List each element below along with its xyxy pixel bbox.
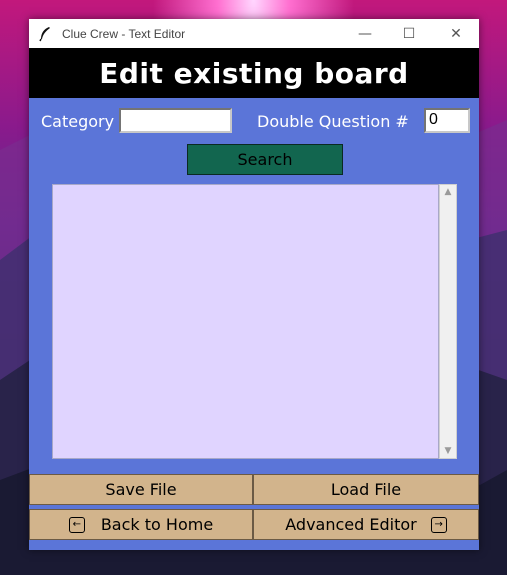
double-question-input[interactable]: 0 [424,108,470,133]
board-text-area[interactable] [52,184,439,459]
maximize-button[interactable]: ☐ [386,19,432,48]
save-file-button[interactable]: Save File [29,474,253,505]
back-to-home-label: Back to Home [100,515,214,534]
advanced-editor-label: Advanced Editor [285,515,417,534]
minimize-icon: — [358,25,372,42]
double-question-label: Double Question # [257,112,409,131]
title-bar: Clue Crew - Text Editor — ☐ ✕ [29,19,479,48]
maximize-icon: ☐ [402,25,416,42]
search-button[interactable]: Search [187,144,343,175]
back-to-home-button[interactable]: ← Back to Home [29,509,253,540]
window-title: Clue Crew - Text Editor [62,26,186,41]
category-label: Category [41,112,115,131]
arrow-right-box-icon: → [430,516,447,533]
page-title: Edit existing board [29,48,479,98]
text-area-scrollbar[interactable]: ▲ ▼ [439,184,457,459]
load-file-button[interactable]: Load File [253,474,479,505]
load-file-label: Load File [330,480,402,499]
scroll-down-arrow-icon[interactable]: ▼ [440,444,456,458]
minimize-button[interactable]: — [342,19,388,48]
search-row: Category Double Question # 0 [29,98,479,142]
category-input[interactable] [119,108,232,133]
search-button-label: Search [237,150,293,169]
app-window: Clue Crew - Text Editor — ☐ ✕ Edit exist… [29,19,479,550]
arrow-left-box-icon: ← [68,516,85,533]
save-file-label: Save File [105,480,177,499]
close-icon: ✕ [450,25,462,42]
feather-icon [39,26,50,41]
scroll-up-arrow-icon[interactable]: ▲ [440,185,456,199]
advanced-editor-button[interactable]: Advanced Editor → [253,509,479,540]
close-button[interactable]: ✕ [433,19,479,48]
